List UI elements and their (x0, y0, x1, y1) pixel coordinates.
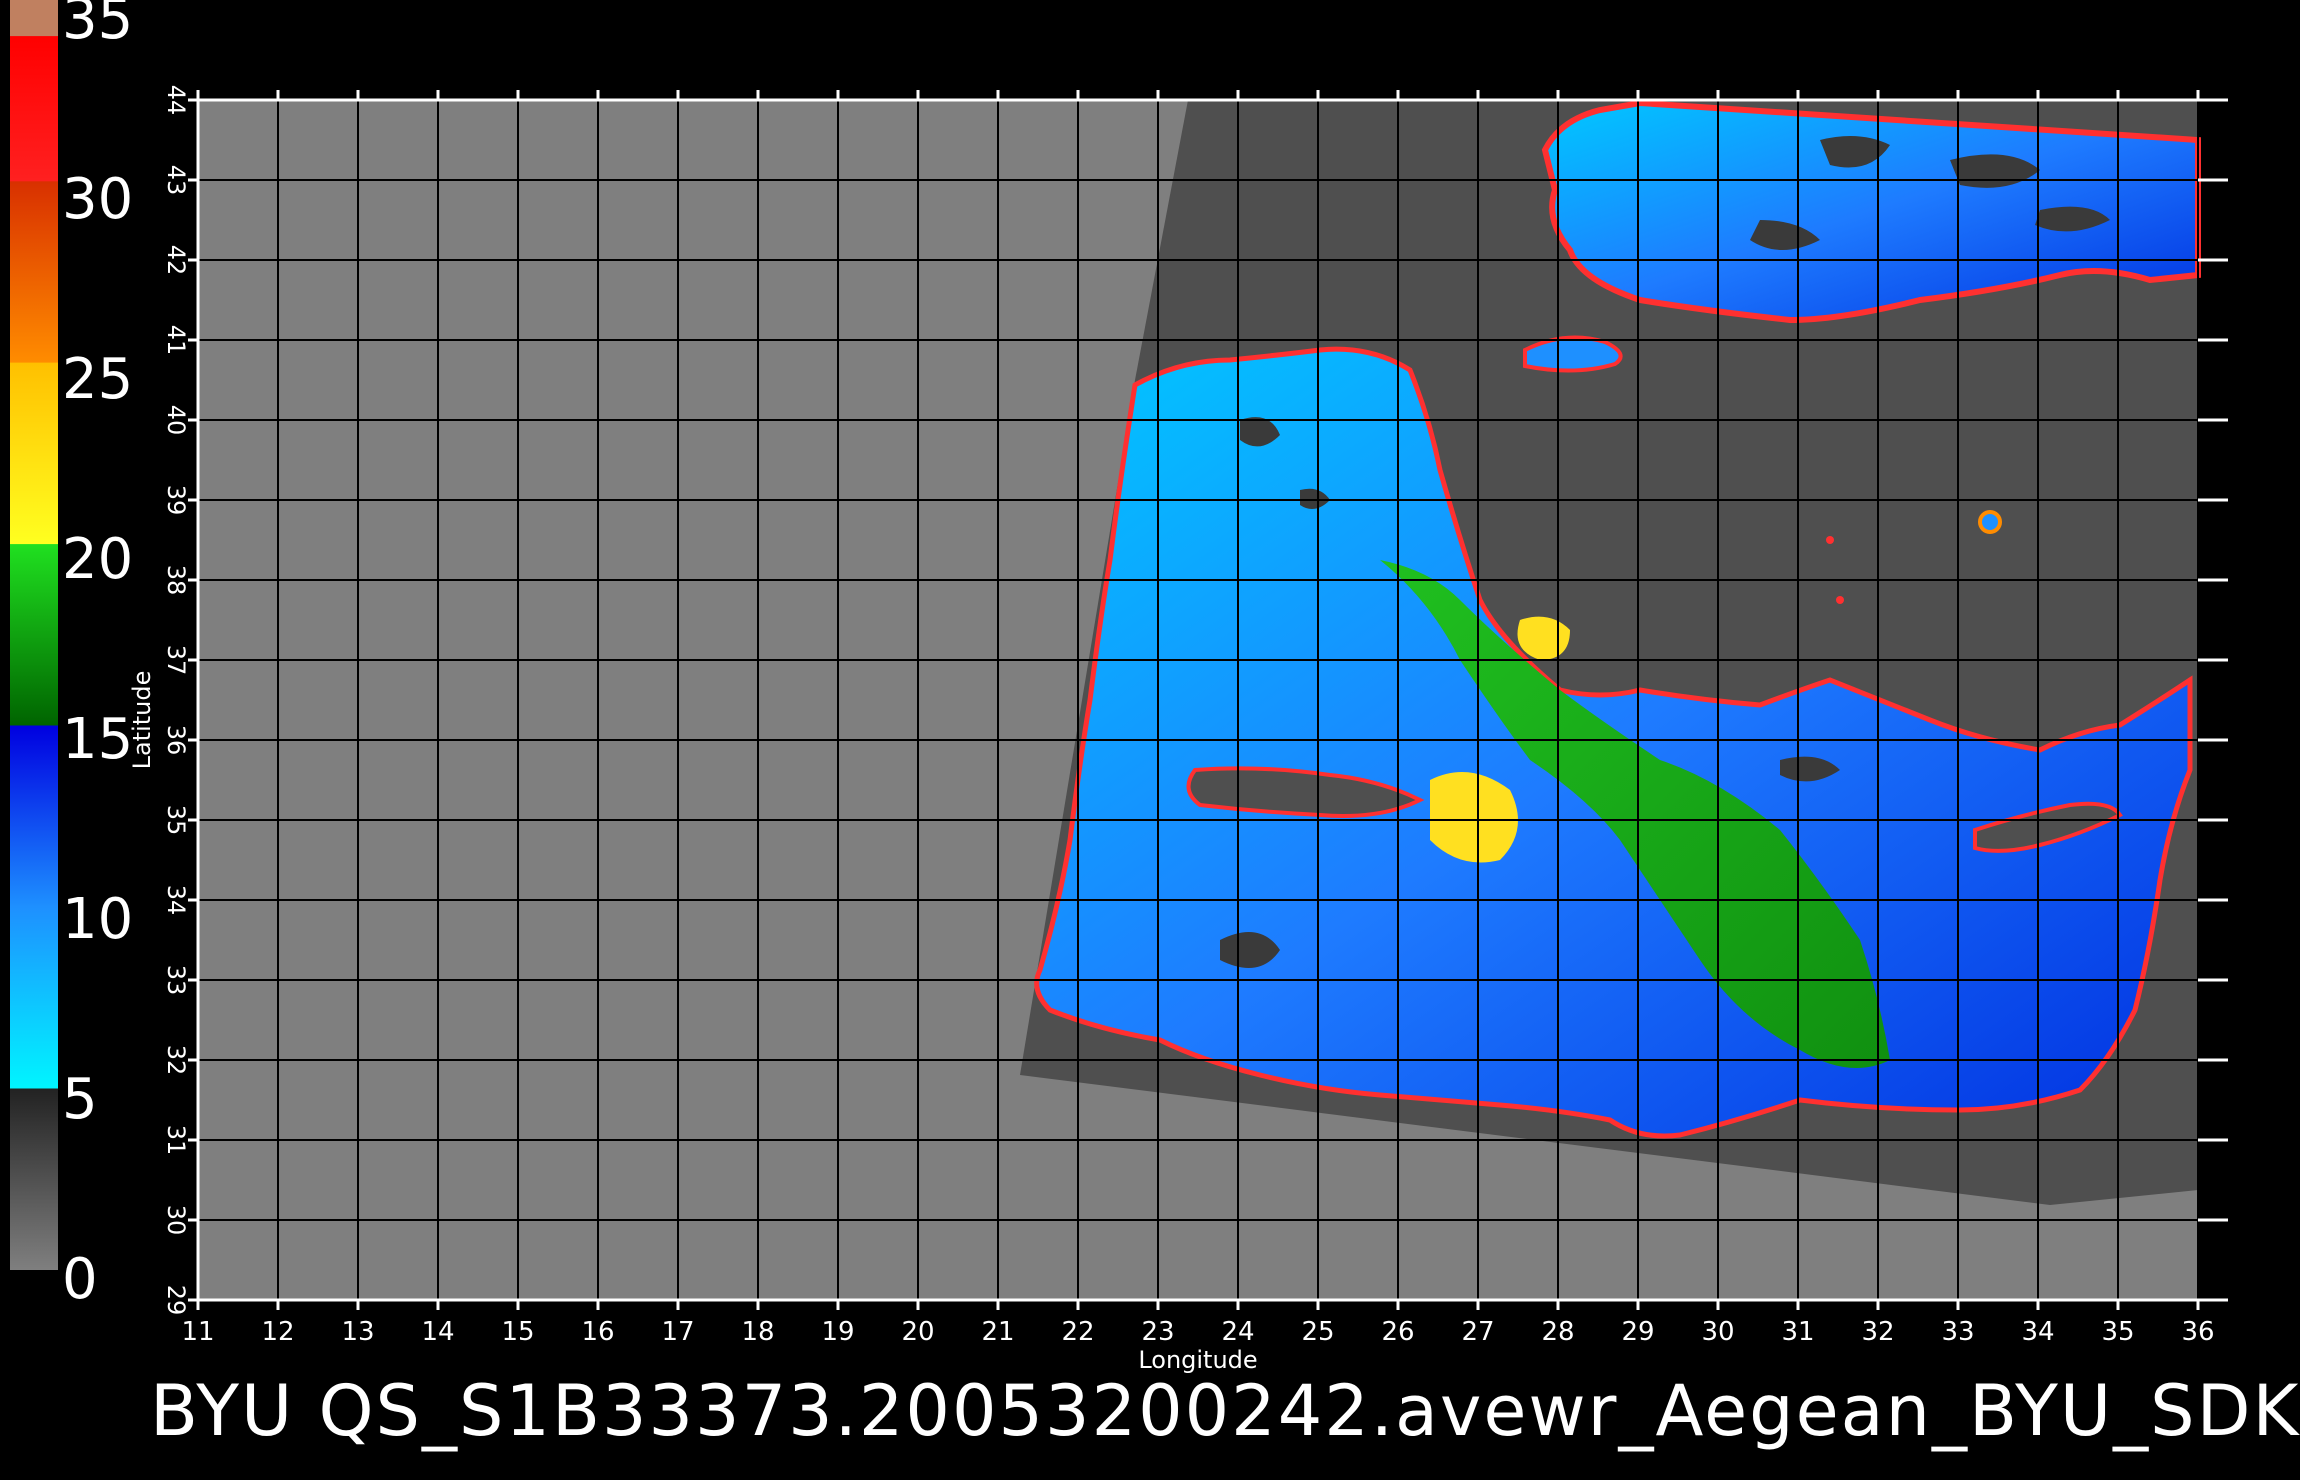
x-tick-labels: 11 12 13 14 15 16 17 18 19 20 21 22 23 24 25 26 27 28 29 30… (181, 1317, 2214, 1347)
small-island (1978, 510, 2002, 534)
x-tick-label: 23 (1141, 1317, 1174, 1347)
y-tick-label: 40 (162, 405, 190, 436)
x-tick-label: 18 (741, 1317, 774, 1347)
x-tick-label: 32 (1861, 1317, 1894, 1347)
x-tick-label: 13 (341, 1317, 374, 1347)
x-tick-label: 15 (501, 1317, 534, 1347)
y-tick-label: 41 (162, 325, 190, 356)
x-tick-label: 35 (2101, 1317, 2134, 1347)
sea-of-marmara (1523, 335, 1623, 373)
y-tick-label: 39 (162, 485, 190, 516)
y-tick-label: 43 (162, 165, 190, 196)
x-tick-label: 31 (1781, 1317, 1814, 1347)
wind-map: 11 12 13 14 15 16 17 18 19 20 21 22 23 24 25 26 27 28 29 30… (128, 85, 2228, 1374)
x-tick-label: 17 (661, 1317, 694, 1347)
y-tick-label: 32 (162, 1045, 190, 1076)
x-tick-label: 29 (1621, 1317, 1654, 1347)
y-tick-label: 44 (162, 85, 190, 116)
x-tick-label: 26 (1381, 1317, 1414, 1347)
image-title: BYU QS_S1B33373.20053200242.avewr_Aegean… (150, 1370, 2300, 1452)
y-tick-label: 37 (162, 645, 190, 676)
y-tick-label: 31 (162, 1125, 190, 1156)
x-tick-label: 28 (1541, 1317, 1574, 1347)
y-tick-label: 34 (162, 885, 190, 916)
x-tick-label: 12 (261, 1317, 294, 1347)
x-tick-label: 20 (901, 1317, 934, 1347)
x-tick-label: 36 (2181, 1317, 2214, 1347)
x-tick-label: 24 (1221, 1317, 1254, 1347)
y-tick-label: 42 (162, 245, 190, 276)
y-axis-label: Latitude (128, 671, 156, 770)
x-tick-label: 22 (1061, 1317, 1094, 1347)
x-tick-label: 34 (2021, 1317, 2054, 1347)
small-island (1826, 536, 1834, 544)
x-tick-label: 14 (421, 1317, 454, 1347)
x-tick-label: 19 (821, 1317, 854, 1347)
y-tick-label: 35 (162, 805, 190, 836)
y-tick-label: 33 (162, 965, 190, 996)
y-tick-label: 36 (162, 725, 190, 756)
x-tick-label: 21 (981, 1317, 1014, 1347)
y-tick-label: 29 (162, 1285, 190, 1316)
x-tick-label: 30 (1701, 1317, 1734, 1347)
y-tick-label: 38 (162, 565, 190, 596)
x-tick-label: 27 (1461, 1317, 1494, 1347)
small-island (1836, 596, 1844, 604)
x-tick-label: 16 (581, 1317, 614, 1347)
x-tick-label: 33 (1941, 1317, 1974, 1347)
x-tick-label: 11 (181, 1317, 214, 1347)
y-tick-label: 30 (162, 1205, 190, 1236)
x-tick-label: 25 (1301, 1317, 1334, 1347)
y-tick-labels: 29 30 31 32 33 34 35 36 37 38 39 40 41 42 43 44 (162, 85, 190, 1316)
